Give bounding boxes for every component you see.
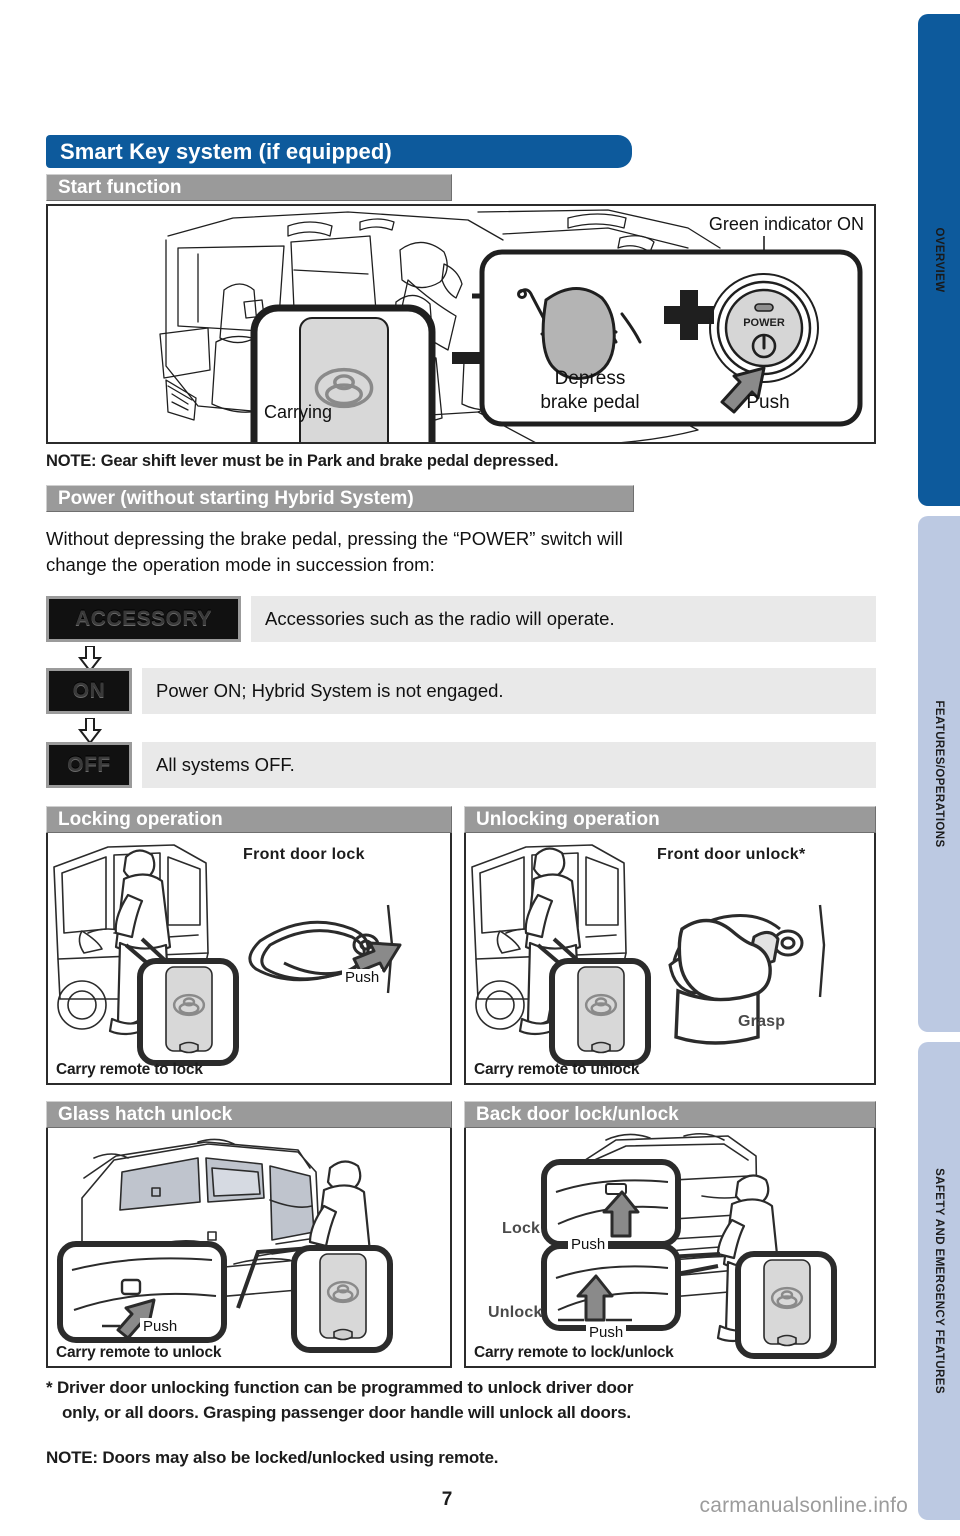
glass-hatch-figure: [57, 1138, 393, 1353]
mode-desc-on: Power ON; Hybrid System is not engaged.: [142, 668, 876, 714]
panel-unlocking-body: Front door unlock* Grasp Carry remote to…: [464, 833, 876, 1085]
panel-unlocking-header-label: Unlocking operation: [476, 808, 660, 830]
back-door-push-lock-label: Push: [568, 1236, 609, 1253]
mode-badge-off: OFF: [46, 742, 132, 788]
unlocking-grasp-label: Grasp: [738, 1013, 786, 1030]
back-door-lock-label: Lock: [502, 1220, 541, 1237]
locking-key-callout: [137, 958, 239, 1066]
back-door-lock-callout: [541, 1159, 681, 1247]
mode-badge-on: ON: [46, 668, 132, 714]
unlocking-key-callout: [549, 958, 651, 1066]
section-header-power-label: Power (without starting Hybrid System): [58, 487, 414, 509]
mode-badge-on-label: ON: [72, 679, 106, 702]
footnote-star-line1: * Driver door unlocking function can be …: [46, 1378, 634, 1397]
panel-back-door-body: Lock Unlock Push Push Carry remote to lo…: [464, 1128, 876, 1368]
section-header-power: Power (without starting Hybrid System): [46, 485, 634, 512]
watermark: carmanualsonline.info: [699, 1494, 908, 1517]
panel-back-door-header-label: Back door lock/unlock: [476, 1103, 679, 1125]
footnote-star-line2: only, or all doors. Grasping passenger d…: [62, 1403, 631, 1422]
mode-badge-accessory-label: ACCESSORY: [75, 607, 212, 630]
brake-and-power-figure: POWER Depress brake pedal Push: [472, 236, 863, 427]
start-function-note: NOTE: Gear shift lever must be in Park a…: [46, 452, 559, 470]
side-tab-overview[interactable]: OVERVIEW: [918, 14, 960, 506]
back-door-key-callout: [735, 1251, 837, 1359]
panel-glass-hatch-unlock: Glass hatch unlock Push Carry remote to …: [46, 1101, 452, 1368]
depress-line1: Depress: [555, 368, 626, 389]
side-tab-safety-emergency-label: SAFETY AND EMERGENCY FEATURES: [933, 1168, 945, 1394]
front-door-unlock-tag: Front door unlock*: [652, 845, 811, 865]
back-door-unlock-label: Unlock: [488, 1304, 543, 1321]
section-tab-rail: OVERVIEW FEATURES/OPERATIONS SAFETY AND …: [912, 0, 960, 1536]
locking-figure: [53, 844, 402, 1066]
footnote-note: NOTE: Doors may also be locked/unlocked …: [46, 1448, 499, 1467]
panel-glass-hatch-header: Glass hatch unlock: [46, 1101, 452, 1128]
manual-page: OVERVIEW FEATURES/OPERATIONS SAFETY AND …: [0, 0, 960, 1536]
mode-desc-off: All systems OFF.: [142, 742, 876, 788]
panel-back-door-lock-unlock: Back door lock/unlock Lock Unlock Push P…: [464, 1101, 876, 1368]
mode-badge-off-label: OFF: [67, 753, 111, 776]
side-tab-features-operations-label: FEATURES/OPERATIONS: [933, 700, 945, 848]
side-tab-safety-emergency[interactable]: SAFETY AND EMERGENCY FEATURES: [918, 1042, 960, 1520]
section-header-start-function: Start function: [46, 174, 452, 201]
push-label-start: Push: [746, 392, 789, 413]
unlocking-figure: [471, 844, 826, 1066]
unlocking-caption: Carry remote to unlock: [474, 1061, 640, 1078]
page-content: Smart Key system (if equipped) Start fun…: [0, 0, 894, 1536]
back-door-figure: [541, 1132, 837, 1359]
mode-row-off: OFF All systems OFF.: [46, 742, 876, 788]
panel-glass-hatch-header-label: Glass hatch unlock: [58, 1103, 233, 1125]
side-tab-features-operations[interactable]: FEATURES/OPERATIONS: [918, 516, 960, 1032]
start-function-illustration: Carrying Green indicator ON POWER Depres…: [46, 204, 876, 444]
locking-caption: Carry remote to lock: [56, 1061, 203, 1078]
back-door-push-unlock-label: Push: [586, 1324, 627, 1341]
panel-glass-hatch-body: Push Carry remote to unlock: [46, 1128, 452, 1368]
locking-push-label: Push: [342, 969, 383, 986]
panel-locking-body: Front door lock Push Carry remote to loc…: [46, 833, 452, 1085]
section-header-start-function-label: Start function: [58, 176, 182, 198]
page-title-bar: Smart Key system (if equipped): [46, 135, 632, 168]
footnote-star: * Driver door unlocking function can be …: [46, 1375, 886, 1425]
start-right-illustration: Green indicator ON POWER Depress brake p…: [472, 210, 872, 438]
panel-locking-header: Locking operation: [46, 806, 452, 833]
mode-row-on: ON Power ON; Hybrid System is not engage…: [46, 668, 876, 714]
panel-back-door-header: Back door lock/unlock: [464, 1101, 876, 1128]
power-intro-line1: Without depressing the brake pedal, pres…: [46, 528, 623, 549]
depress-line2: brake pedal: [540, 392, 639, 413]
power-intro: Without depressing the brake pedal, pres…: [46, 526, 876, 584]
back-door-caption: Carry remote to lock/unlock: [474, 1344, 674, 1361]
page-title: Smart Key system (if equipped): [60, 138, 392, 164]
back-door-unlock-callout: [541, 1243, 681, 1331]
flow-arrow-on-to-off: [77, 718, 103, 744]
power-switch-text: POWER: [743, 317, 785, 329]
mode-desc-accessory: Accessories such as the radio will opera…: [251, 596, 876, 642]
glass-hatch-push-label: Push: [140, 1318, 181, 1335]
panel-unlocking-header: Unlocking operation: [464, 806, 876, 833]
glass-hatch-key-callout: [291, 1245, 393, 1353]
panel-locking-header-label: Locking operation: [58, 808, 223, 830]
glass-hatch-caption: Carry remote to unlock: [56, 1344, 222, 1361]
panel-unlocking-operation: Unlocking operation Front door unlock* G…: [464, 806, 876, 1085]
green-indicator-label: Green indicator ON: [708, 214, 864, 234]
power-intro-line2: change the operation mode in succession …: [46, 554, 435, 575]
side-tab-overview-label: OVERVIEW: [933, 227, 945, 293]
carrying-label: Carrying: [264, 402, 333, 422]
front-door-lock-tag: Front door lock: [238, 845, 370, 865]
panel-locking-operation: Locking operation Front door lock Push C…: [46, 806, 452, 1085]
mode-row-accessory: ACCESSORY Accessories such as the radio …: [46, 596, 876, 642]
mode-badge-accessory: ACCESSORY: [46, 596, 241, 642]
